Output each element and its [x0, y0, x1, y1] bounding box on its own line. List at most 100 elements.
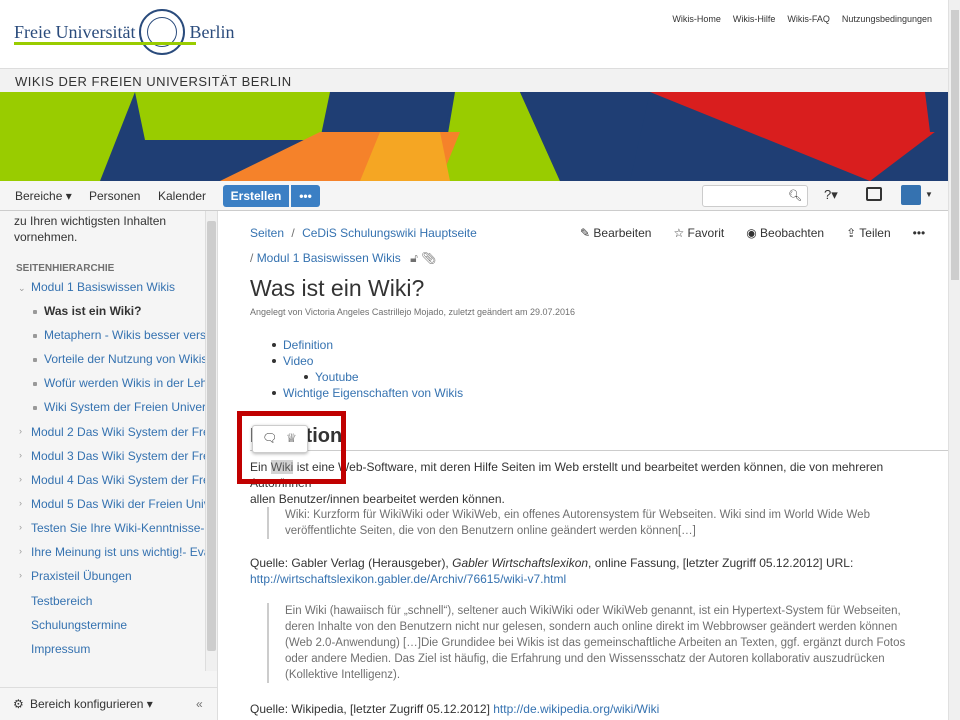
- search-input[interactable]: 🔍︎: [702, 185, 808, 207]
- sidebar-item-modul-3[interactable]: Modul 3 Das Wiki System der Frei: [31, 449, 212, 463]
- toc-video[interactable]: Video: [283, 354, 313, 368]
- edit-button[interactable]: ✎ Bearbeiten: [580, 226, 651, 240]
- sidebar-item-wofuer[interactable]: Wofür werden Wikis in der Lehre: [44, 376, 217, 390]
- user-avatar-icon[interactable]: [901, 185, 921, 205]
- expand-icon[interactable]: ›: [19, 498, 22, 508]
- highlight-box: [237, 411, 346, 484]
- blockquote-wikipedia: Ein Wiki (hawaiisch für „schnell“), selt…: [267, 603, 922, 683]
- top-links: Wikis-Home Wikis-Hilfe Wikis-FAQ Nutzung…: [672, 14, 932, 24]
- search-icon: 🔍︎: [788, 190, 802, 202]
- fu-logo[interactable]: Freie Universität Berlin: [14, 8, 234, 56]
- bullet-icon: [33, 382, 37, 386]
- attachment-icon[interactable]: 📎︎: [421, 251, 436, 265]
- create-button[interactable]: Erstellen: [223, 185, 289, 207]
- wiki-title[interactable]: WIKIS DER FREIEN UNIVERSITÄT BERLIN: [15, 74, 292, 89]
- sidebar-item-schulungstermine[interactable]: Schulungstermine: [31, 618, 127, 632]
- sidebar-item-was-ist-ein-wiki[interactable]: Was ist ein Wiki?: [44, 304, 141, 318]
- eye-icon: ◉: [746, 226, 761, 240]
- logo-underline: [14, 42, 196, 45]
- sidebar-item-testbereich[interactable]: Testbereich: [31, 594, 92, 608]
- bullet-icon: [33, 334, 37, 338]
- share-icon: ⇪: [846, 226, 860, 240]
- link-gabler[interactable]: http://wirtschaftslexikon.gabler.de/Arch…: [250, 572, 566, 586]
- watch-button[interactable]: ◉ Beobachten: [746, 226, 824, 240]
- notifications-icon[interactable]: [866, 187, 882, 201]
- breadcrumb-seiten[interactable]: Seiten: [250, 226, 284, 240]
- sidebar-intro: zu Ihren wichtigsten Inhalten vornehmen.: [14, 214, 167, 244]
- favorite-button[interactable]: ☆ Favorit: [673, 226, 724, 240]
- bullet-icon: [33, 310, 37, 314]
- breadcrumb: Seiten / CeDiS Schulungswiki Hauptseite: [250, 226, 477, 240]
- logo-text-right: Berlin: [189, 21, 235, 42]
- link-nutzungsbedingungen[interactable]: Nutzungsbedingungen: [842, 14, 932, 24]
- breadcrumb-modul-1[interactable]: Modul 1 Basiswissen Wikis: [257, 251, 401, 265]
- seal-icon: [139, 9, 186, 55]
- link-wikis-hilfe[interactable]: Wikis-Hilfe: [733, 14, 776, 24]
- blockquote-gabler: Wiki: Kurzform für WikiWiki oder WikiWeb…: [267, 507, 922, 539]
- toc-youtube[interactable]: Youtube: [315, 370, 359, 384]
- share-button[interactable]: ⇪ Teilen: [846, 226, 891, 240]
- link-wikis-home[interactable]: Wikis-Home: [672, 14, 721, 24]
- toc-definition[interactable]: Definition: [283, 338, 333, 352]
- sidebar-item-modul-5[interactable]: Modul 5 Das Wiki der Freien Unive: [31, 497, 216, 511]
- sidebar-item-praxisteil[interactable]: Praxisteil Übungen: [31, 569, 132, 583]
- sidebar-item-modul-2[interactable]: Modul 2 Das Wiki System der Frei: [31, 425, 212, 439]
- source-wikipedia: Quelle: Wikipedia, [letzter Zugriff 05.1…: [250, 702, 660, 716]
- star-icon: ☆: [673, 226, 688, 240]
- page-title: Was ist ein Wiki?: [250, 275, 425, 301]
- page-actions: ✎ Bearbeiten ☆ Favorit ◉ Beobachten ⇪ Te…: [580, 226, 925, 240]
- configure-space-button[interactable]: Bereich konfigurieren ▾: [30, 697, 153, 711]
- expand-icon[interactable]: ›: [19, 546, 22, 556]
- logo-text-left: Freie Universität: [14, 21, 136, 42]
- unlock-icon[interactable]: 🔓︎: [410, 251, 418, 265]
- sidebar-item-wiki-system[interactable]: Wiki System der Freien Universi: [44, 400, 215, 414]
- help-icon[interactable]: ?▾: [824, 187, 838, 203]
- chevron-down-icon[interactable]: ▼: [925, 190, 933, 199]
- sidebar-scroll-thumb[interactable]: [207, 221, 216, 651]
- breadcrumb-separator: /: [250, 251, 254, 265]
- expand-icon[interactable]: ›: [19, 522, 22, 532]
- nav-kalender[interactable]: Kalender: [158, 189, 206, 203]
- page-byline: Angelegt von Victoria Angeles Castrillej…: [250, 307, 576, 317]
- collapse-sidebar-icon[interactable]: «: [196, 697, 203, 711]
- sidebar-item-testen[interactable]: Testen Sie Ihre Wiki-Kenntnisse-NE: [31, 521, 217, 535]
- wiki-title-bar: WIKIS DER FREIEN UNIVERSITÄT BERLIN: [0, 68, 948, 92]
- link-wikis-faq[interactable]: Wikis-FAQ: [787, 14, 830, 24]
- expand-icon[interactable]: ›: [19, 426, 22, 436]
- sidebar-item-meinung[interactable]: Ihre Meinung ist uns wichtig!- Evalu: [31, 545, 217, 559]
- confluence-navbar: Bereiche ▾ Personen Kalender Erstellen •…: [0, 181, 948, 211]
- table-of-contents: Definition Video Youtube Wichtige Eigens…: [272, 337, 463, 401]
- bullet-icon: [33, 358, 37, 362]
- page-scroll-thumb[interactable]: [951, 10, 959, 280]
- source-gabler: Quelle: Gabler Verlag (Herausgeber), Gab…: [250, 556, 854, 586]
- sidebar-heading: SEITENHIERARCHIE: [16, 263, 115, 274]
- expand-icon[interactable]: ›: [19, 474, 22, 484]
- gear-icon[interactable]: ⚙: [13, 697, 24, 711]
- section-heading-definition: Definition: [250, 425, 948, 451]
- university-header: Freie Universität Berlin Wikis-Home Wiki…: [0, 0, 960, 68]
- create-more-button[interactable]: •••: [291, 185, 320, 207]
- expand-open-icon[interactable]: ⌄: [18, 283, 26, 294]
- definition-paragraph: Ein Wiki ist eine Web-Software, mit dere…: [250, 460, 884, 506]
- pencil-icon: ✎: [580, 226, 594, 240]
- sidebar-item-impressum[interactable]: Impressum: [31, 642, 90, 656]
- banner-graphic: [0, 92, 948, 181]
- page-scrollbar[interactable]: [948, 0, 960, 720]
- nav-personen[interactable]: Personen: [89, 189, 140, 203]
- sidebar-item-modul-1[interactable]: Modul 1 Basiswissen Wikis: [31, 280, 175, 294]
- sidebar: zu Ihren wichtigsten Inhalten vornehmen.…: [0, 211, 218, 720]
- more-actions-button[interactable]: •••: [913, 226, 926, 240]
- sidebar-item-metaphern[interactable]: Metaphern - Wikis besser verste: [44, 328, 216, 342]
- sidebar-footer: ⚙ Bereich konfigurieren ▾ «: [0, 687, 217, 720]
- link-wikipedia[interactable]: http://de.wikipedia.org/wiki/Wiki: [493, 702, 659, 716]
- sidebar-item-modul-4[interactable]: Modul 4 Das Wiki System der Frei: [31, 473, 212, 487]
- breadcrumb-hauptseite[interactable]: CeDiS Schulungswiki Hauptseite: [302, 226, 477, 240]
- bullet-icon: [33, 406, 37, 410]
- expand-icon[interactable]: ›: [19, 450, 22, 460]
- breadcrumb-parent: / Modul 1 Basiswissen Wikis 🔓︎ 📎︎: [250, 251, 436, 266]
- expand-icon[interactable]: ›: [19, 570, 22, 580]
- sidebar-item-vorteile[interactable]: Vorteile der Nutzung von Wikis: [44, 352, 207, 366]
- nav-bereiche[interactable]: Bereiche ▾: [15, 189, 72, 203]
- toc-eigenschaften[interactable]: Wichtige Eigenschaften von Wikis: [283, 386, 463, 400]
- breadcrumb-separator: /: [291, 226, 295, 240]
